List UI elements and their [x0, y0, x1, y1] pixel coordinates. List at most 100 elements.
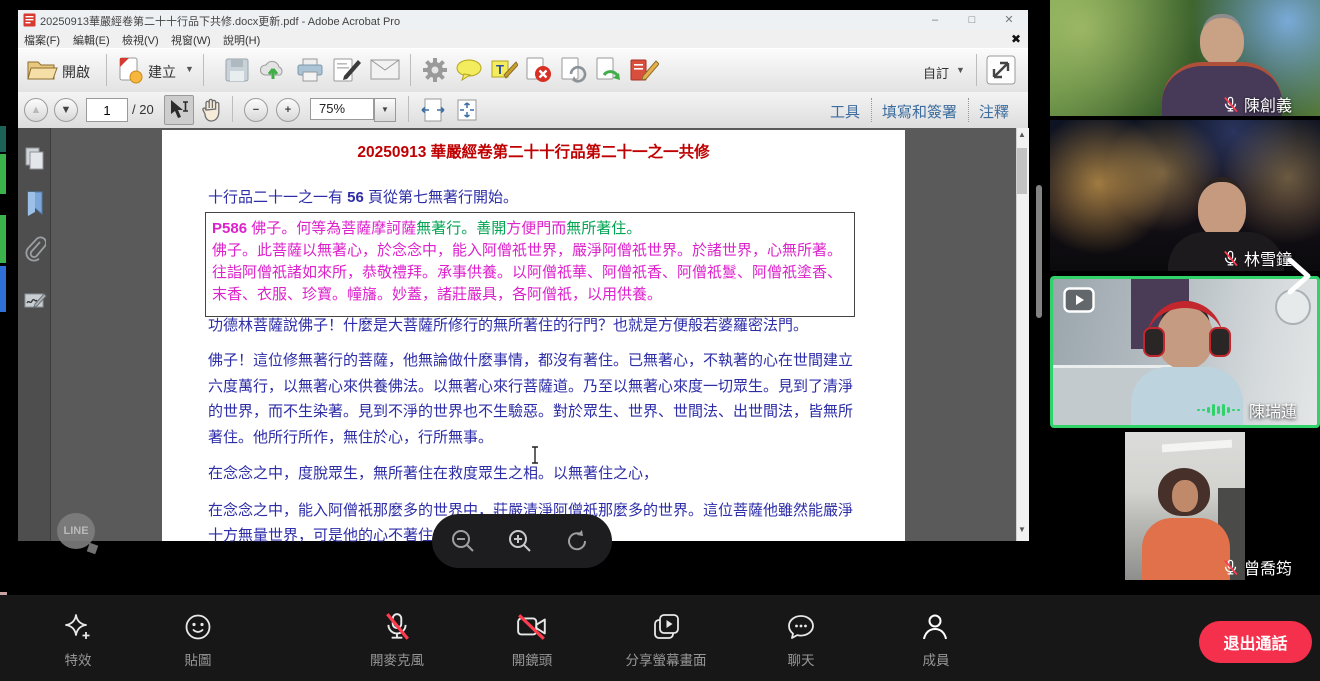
save-icon[interactable]	[224, 57, 250, 83]
scrollbar-thumb[interactable]	[1017, 148, 1027, 194]
participant-2-head	[1198, 182, 1246, 238]
camera-label: 開鏡頭	[512, 649, 553, 669]
next-page-button[interactable]: ▼	[54, 98, 78, 122]
page-thumbnails-icon[interactable]	[24, 146, 46, 170]
select-cursor-icon	[166, 97, 192, 123]
edge-strip-green-1	[0, 154, 6, 194]
next-participants-chevron-icon[interactable]	[1284, 256, 1314, 296]
participant-3-earcup-left	[1143, 327, 1165, 357]
select-tool-button[interactable]	[164, 95, 194, 125]
page-number-input[interactable]	[86, 98, 128, 122]
participant-4-face	[1172, 480, 1198, 512]
signatures-icon[interactable]	[23, 288, 47, 312]
participant-name: 陳瑞蓮	[1249, 398, 1297, 422]
page-count-label: / 20	[132, 102, 154, 117]
participant-3-earcup-right	[1209, 327, 1231, 357]
share-screen-icon	[651, 612, 681, 642]
mic-label: 開麥克風	[370, 649, 424, 669]
scrollbar-down-arrow[interactable]: ▼	[1017, 525, 1027, 539]
sign-document-icon[interactable]	[332, 56, 362, 84]
doc-paragraph-2-line-4: 著住。他所行所作，無住於心，行所無事。	[208, 426, 493, 447]
video-panel-scrollbar[interactable]	[1036, 185, 1042, 318]
presentation-zoom-in-icon[interactable]	[507, 528, 533, 554]
delete-pages-icon[interactable]	[524, 56, 552, 84]
create-pdf-icon[interactable]	[116, 56, 144, 84]
zoom-out-button[interactable]: −	[244, 98, 268, 122]
bookmarks-icon[interactable]	[25, 190, 45, 216]
menu-edit[interactable]: 編輯(E)	[73, 32, 110, 48]
video-play-icon[interactable]	[1063, 287, 1095, 313]
upload-cloud-icon[interactable]	[258, 57, 288, 83]
members-button[interactable]: 成員	[904, 612, 968, 669]
doc-paragraph-1: 功德林菩薩說佛子！什麼是大菩薩所修行的無所著住的行門？也就是方便般若婆羅密法門。	[208, 314, 808, 335]
open-button[interactable]: 開啟	[62, 62, 90, 82]
doc-paragraph-2-line-1: 佛子！這位修無著行的菩薩，他無論做什麼事情，都沒有著住。已無著心，不執著的心在世…	[208, 349, 853, 370]
microphone-button[interactable]: 開麥克風	[357, 612, 437, 669]
chat-button[interactable]: 聊天	[769, 612, 833, 669]
print-icon[interactable]	[296, 57, 324, 83]
participant-3-name-badge: 陳瑞蓮	[1196, 398, 1297, 422]
effects-sparkle-icon	[63, 612, 93, 642]
participant-name: 曾喬筠	[1244, 555, 1292, 579]
document-page[interactable]: 20250913 華嚴經卷第二十十行品第二十一之一共修 十行品二十一之一有 56…	[162, 130, 905, 541]
toolbar-close-icon[interactable]: ✖	[1011, 32, 1021, 46]
participant-4-torso	[1142, 518, 1230, 580]
email-icon[interactable]	[370, 59, 400, 80]
stickers-button[interactable]: 貼圖	[166, 612, 230, 669]
fit-page-icon[interactable]	[454, 97, 480, 123]
chat-label: 聊天	[788, 649, 815, 669]
members-label: 成員	[923, 649, 950, 669]
previous-page-button[interactable]: ▲	[24, 98, 48, 122]
minimize-button[interactable]: –	[921, 12, 949, 28]
tools-tab[interactable]: 工具	[830, 101, 860, 122]
effects-button[interactable]: 特效	[46, 612, 110, 669]
create-button[interactable]: 建立	[148, 62, 176, 82]
members-person-icon	[921, 612, 951, 642]
forms-edit-icon[interactable]	[629, 56, 659, 84]
scrollbar-up-arrow[interactable]: ▲	[1017, 130, 1027, 144]
acrobat-titlebar[interactable]: 20250913華嚴經卷第二十十行品下共修.docx更新.pdf - Adobe…	[18, 10, 1028, 31]
comment-tab[interactable]: 注釋	[979, 101, 1009, 122]
close-button[interactable]: ✕	[995, 12, 1023, 28]
svg-text:T: T	[496, 62, 504, 77]
export-icon[interactable]	[594, 56, 622, 84]
quote-line-3: 往詣阿僧祇諸如來所，恭敬禮拜。承事供養。以阿僧祇華、阿僧祇香、阿僧祇鬘、阿僧祇塗…	[212, 262, 848, 284]
edge-strip-blue	[0, 266, 6, 312]
participant-2-name-badge: 林雪鐘	[1222, 246, 1292, 270]
scan-ocr-icon[interactable]	[559, 56, 587, 84]
leave-call-button[interactable]: 退出通話	[1199, 621, 1312, 663]
menu-help[interactable]: 說明(H)	[223, 32, 260, 48]
maximize-button[interactable]: □	[958, 12, 986, 28]
zoom-in-button[interactable]: +	[276, 98, 300, 122]
share-screen-button[interactable]: 分享螢幕畫面	[611, 612, 721, 669]
screen: 20250913華嚴經卷第二十十行品下共修.docx更新.pdf - Adobe…	[0, 0, 1320, 681]
doc-intro-line: 十行品二十一之一有 56 頁從第七無著行開始。	[208, 186, 518, 207]
camera-button[interactable]: 開鏡頭	[497, 612, 567, 669]
attachments-icon[interactable]	[24, 236, 46, 266]
presentation-rotate-icon[interactable]	[564, 528, 590, 554]
mic-muted-icon	[382, 612, 412, 642]
camera-muted-icon	[516, 612, 548, 642]
customize-button[interactable]: 自訂	[923, 63, 949, 82]
presentation-zoom-out-icon[interactable]	[450, 528, 476, 554]
create-dropdown-arrow[interactable]: ▼	[185, 64, 194, 74]
acrobat-sidebar	[18, 128, 51, 541]
text-highlight-icon[interactable]: T	[490, 57, 518, 83]
menu-file[interactable]: 檔案(F)	[24, 32, 60, 48]
quote-line-4: 末香、衣服、珍寶。幢旛。妙蓋，諸莊嚴具，各阿僧祇，以用供養。	[212, 284, 848, 306]
doc-intro-page-count: 56	[347, 189, 364, 206]
menu-window[interactable]: 視窗(W)	[171, 32, 211, 48]
settings-gear-icon[interactable]	[422, 57, 448, 83]
comment-bubble-icon[interactable]	[456, 59, 484, 81]
zoom-level-select[interactable]: 75%	[310, 98, 374, 120]
menu-view[interactable]: 檢視(V)	[122, 32, 159, 48]
fit-width-icon[interactable]	[420, 97, 446, 123]
fill-sign-tab[interactable]: 填寫和簽署	[882, 101, 957, 122]
open-file-icon[interactable]	[26, 56, 58, 84]
hand-tool-icon[interactable]	[200, 97, 224, 123]
customize-dropdown-arrow[interactable]: ▼	[956, 65, 965, 75]
doc-paragraph-2-line-3: 的世界，而不生染著。見到不淨的世界也不生驗惡。對於眾生、世界、世間法、出世間法，…	[208, 400, 853, 421]
edge-strip-teal	[0, 126, 6, 152]
zoom-dropdown-arrow[interactable]: ▼	[374, 98, 396, 122]
fullscreen-icon[interactable]	[986, 55, 1016, 85]
